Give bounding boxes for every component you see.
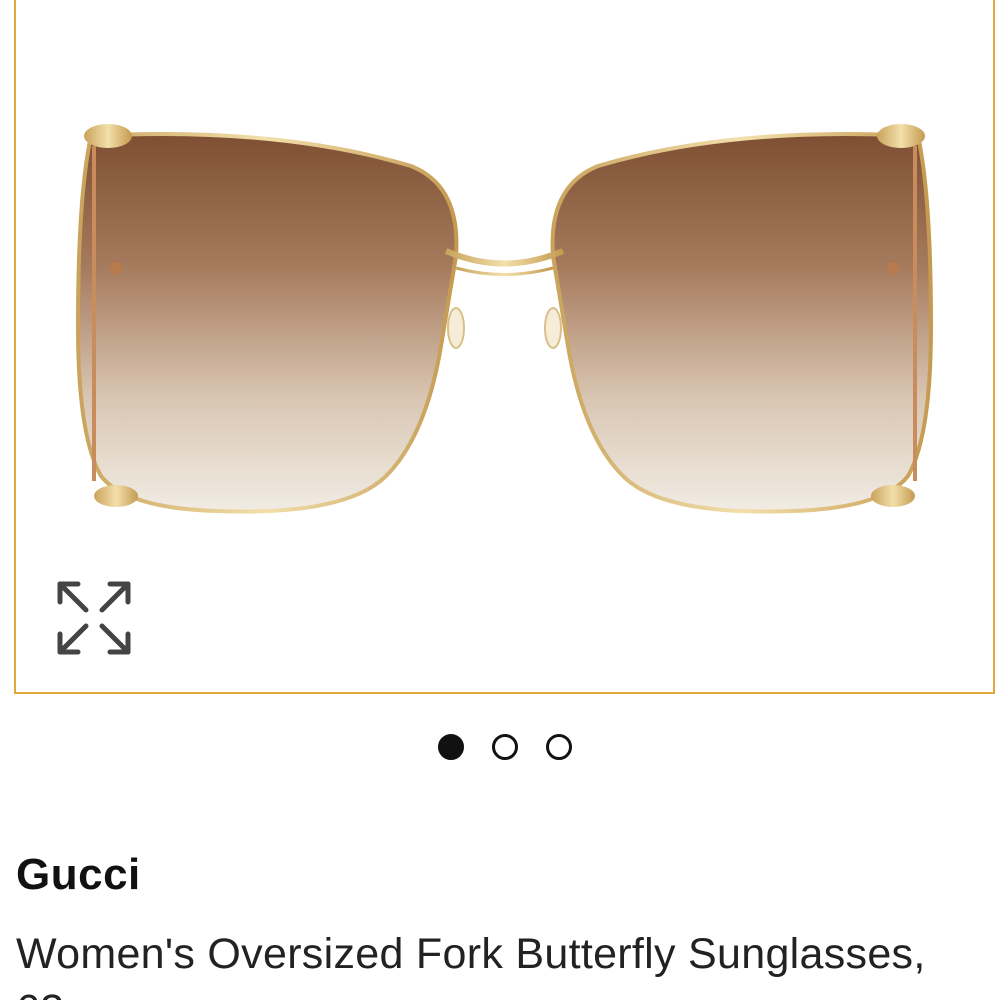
- carousel-dot-2[interactable]: [492, 734, 518, 760]
- product-brand[interactable]: Gucci: [16, 850, 141, 900]
- expand-arrows-icon: [57, 581, 131, 655]
- expand-image-button[interactable]: [50, 574, 138, 662]
- carousel-pagination: [0, 730, 1000, 764]
- carousel-dot-1[interactable]: [438, 734, 464, 760]
- product-page: Gucci Women's Oversized Fork Butterfly S…: [0, 0, 1000, 1000]
- product-image-frame[interactable]: [14, 0, 995, 694]
- carousel-dot-3[interactable]: [546, 734, 572, 760]
- sunglasses-image[interactable]: [16, 0, 993, 692]
- product-title: Women's Oversized Fork Butterfly Sunglas…: [16, 930, 926, 1000]
